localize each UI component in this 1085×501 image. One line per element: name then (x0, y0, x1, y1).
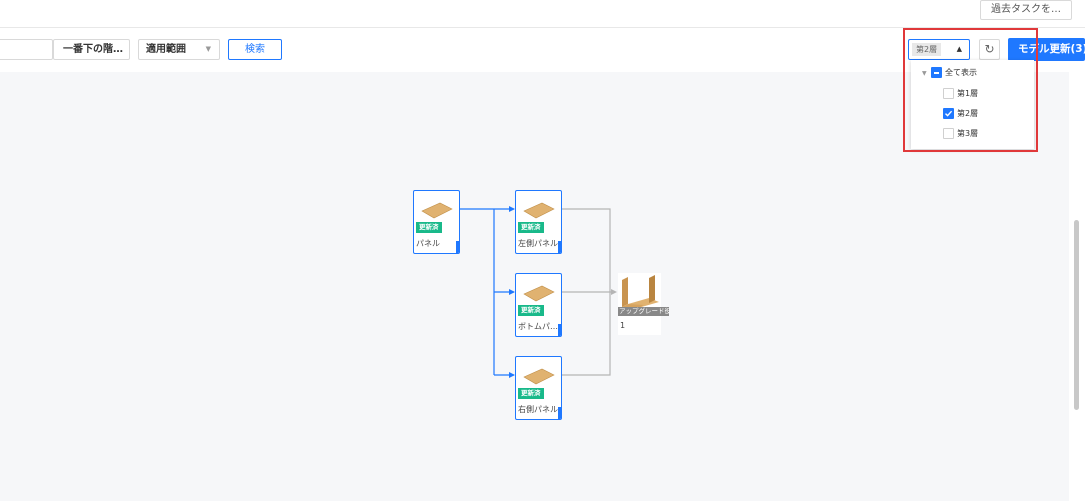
node-label: アップグレード役 (618, 307, 669, 316)
panel-thumbnail-icon (523, 285, 555, 302)
graph-node-assembly[interactable]: アップグレード役 1 (618, 273, 669, 335)
node-label: 右側パネル (518, 405, 558, 414)
graph-node-right-panel[interactable]: 更新済 右側パネル (515, 356, 562, 420)
node-count: 1 (620, 321, 626, 330)
graph-node-panel[interactable]: 更新済 パネル (413, 190, 460, 254)
graph-node-left-panel[interactable]: 更新済 左側パネル (515, 190, 562, 254)
edge-left-target (562, 208, 611, 292)
arrow-icon (611, 289, 617, 295)
node-corner-marker (456, 241, 459, 253)
panel-thumbnail-icon (421, 202, 453, 219)
annotation-highlight-box (903, 28, 1038, 152)
panel-thumbnail-icon (523, 202, 555, 219)
node-corner-marker (558, 407, 561, 419)
node-label: ボトムパ… (518, 322, 558, 331)
edge-right-target (562, 292, 611, 376)
node-label: 左側パネル (518, 239, 558, 248)
node-corner-marker (558, 324, 561, 336)
node-corner-marker (558, 241, 561, 253)
status-badge: 更新済 (518, 305, 544, 316)
assembly-thumbnail-icon (622, 275, 659, 308)
panel-thumbnail-icon (523, 368, 555, 385)
graph-node-bottom-panel[interactable]: 更新済 ボトムパ… (515, 273, 562, 337)
node-label: パネル (416, 239, 440, 248)
status-badge: 更新済 (416, 222, 442, 233)
status-badge: 更新済 (518, 388, 544, 399)
status-badge: 更新済 (518, 222, 544, 233)
